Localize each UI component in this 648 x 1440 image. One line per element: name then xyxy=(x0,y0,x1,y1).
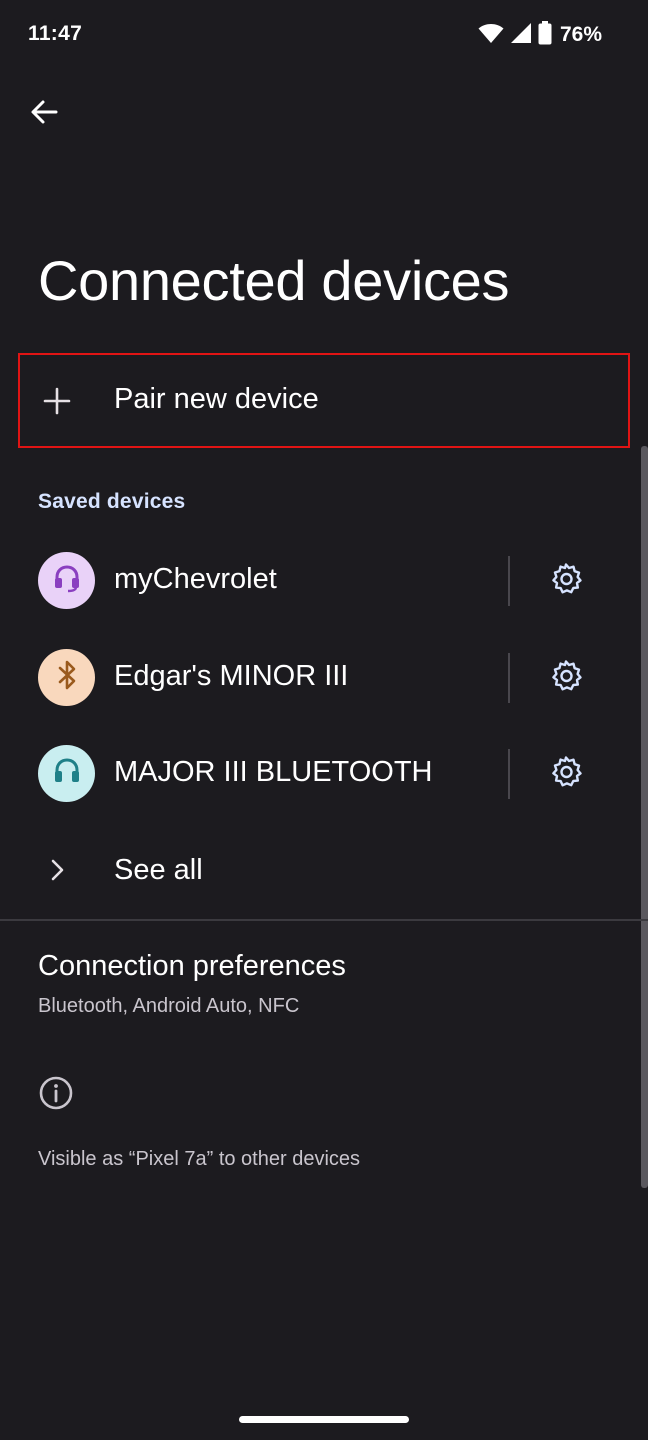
headphones-icon xyxy=(51,755,83,792)
device-avatar xyxy=(38,552,95,609)
see-all-label: See all xyxy=(114,854,203,886)
section-divider xyxy=(0,919,648,921)
device-settings-button[interactable] xyxy=(540,555,592,607)
device-avatar xyxy=(38,745,95,802)
visible-as-text: Visible as “Pixel 7a” to other devices xyxy=(38,1148,361,1170)
wifi-icon xyxy=(478,22,504,49)
page-title: Connected devices xyxy=(38,249,510,312)
chevron-right-icon xyxy=(42,855,72,885)
gear-icon xyxy=(549,755,583,794)
divider xyxy=(508,749,510,799)
battery-icon xyxy=(538,20,552,50)
back-button[interactable] xyxy=(20,90,68,138)
device-name: MAJOR III BLUETOOTH xyxy=(114,756,433,788)
device-name: Edgar's MINOR III xyxy=(114,660,349,692)
pair-new-device-button[interactable]: Pair new device xyxy=(18,353,630,448)
saved-devices-header: Saved devices xyxy=(38,490,186,513)
status-time: 11:47 xyxy=(28,22,83,45)
connection-preferences-title: Connection preferences xyxy=(38,950,346,982)
info-icon xyxy=(38,1075,74,1111)
connection-preferences-subtitle: Bluetooth, Android Auto, NFC xyxy=(38,995,300,1017)
headset-icon xyxy=(51,562,83,599)
cell-signal-icon xyxy=(510,22,532,49)
scrollbar[interactable] xyxy=(641,446,648,1188)
status-bar: 11:47 76% xyxy=(0,0,648,72)
connection-preferences-item[interactable]: Connection preferences Bluetooth, Androi… xyxy=(0,930,640,1040)
battery-percent: 76% xyxy=(559,23,602,46)
gesture-nav-handle[interactable] xyxy=(239,1416,409,1423)
device-avatar xyxy=(38,649,95,706)
device-settings-button[interactable] xyxy=(540,652,592,704)
bluetooth-icon xyxy=(52,659,82,696)
see-all-button[interactable]: See all xyxy=(0,822,640,918)
device-settings-button[interactable] xyxy=(540,748,592,800)
gear-icon xyxy=(549,659,583,698)
status-icons: 76% xyxy=(478,20,602,50)
divider xyxy=(508,653,510,703)
divider xyxy=(508,556,510,606)
device-row-edgars-minor-iii[interactable]: Edgar's MINOR III xyxy=(0,630,640,726)
device-name: myChevrolet xyxy=(114,563,277,595)
connected-devices-screen: 11:47 76% Connected devices Pair new dev… xyxy=(0,0,648,1440)
plus-icon xyxy=(42,386,72,416)
gear-icon xyxy=(549,562,583,601)
device-row-mychevrolet[interactable]: myChevrolet xyxy=(0,533,640,629)
arrow-back-icon xyxy=(30,98,58,131)
pair-new-device-label: Pair new device xyxy=(114,383,319,415)
device-row-major-iii-bluetooth[interactable]: MAJOR III BLUETOOTH xyxy=(0,726,640,822)
